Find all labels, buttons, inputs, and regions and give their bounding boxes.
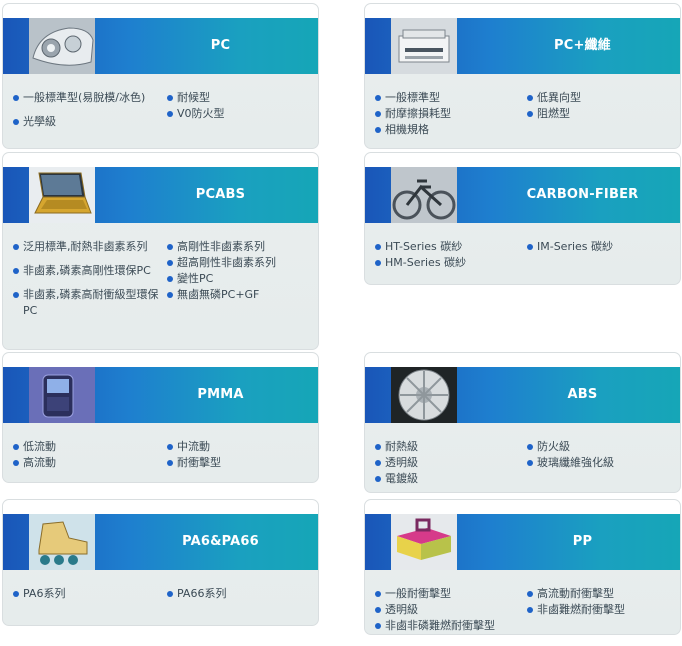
list-item[interactable]: V0防火型 [167,106,307,122]
product-card-pcabs: PCABS 泛用標準,耐熱非鹵素系列 非鹵素,磷素高剛性環保PC 非鹵素,磷素高… [2,152,319,350]
card-title[interactable]: PP [495,514,670,570]
card-title[interactable]: CARBON-FIBER [495,167,670,223]
card-banner[interactable]: PMMA [3,367,318,423]
product-card-pmma: PMMA 低流動 高流動 中流動 耐衝擊型 [2,352,319,483]
product-card-abs: ABS 耐熱級 透明級 電鍍級 防火級 玻璃纖維強化級 [364,352,681,493]
card-banner[interactable]: ABS [365,367,680,423]
list-item[interactable]: 耐候型 [167,90,307,106]
list-item[interactable]: 非鹵難燃耐衝擊型 [527,602,672,618]
list-item[interactable]: 耐熱級 [375,439,525,455]
product-card-carbon-fiber: CARBON-FIBER HT-Series 碳紗 HM-Series 碳紗 I… [364,152,681,285]
card-title[interactable]: PC [133,18,308,74]
list-item[interactable]: 透明級 [375,602,525,618]
list-item[interactable]: 耐摩擦損耗型 [375,106,525,122]
product-card-pc-fiber: PC+纖維 一般標準型 耐摩擦損耗型 相機規格 低異向型 阻燃型 [364,3,681,149]
card-banner[interactable]: PC [3,18,318,74]
card-title[interactable]: PC+纖維 [495,18,670,74]
list-item[interactable]: 低流動 [13,439,163,455]
list-item[interactable]: HT-Series 碳紗 [375,239,525,255]
card-banner[interactable]: CARBON-FIBER [365,167,680,223]
list-item[interactable]: 防火級 [527,439,672,455]
card-banner[interactable]: PC+纖維 [365,18,680,74]
wheel-cover-image[interactable] [391,367,457,423]
printer-image[interactable] [391,18,457,74]
list-item[interactable]: 非鹵素,磷素高剛性環保PC [13,263,163,279]
list-item[interactable]: 一般耐衝擊型 [375,586,525,602]
card-title[interactable]: PMMA [133,367,308,423]
list-item[interactable]: 無鹵無磷PC+GF [167,287,312,303]
card-banner[interactable]: PP [365,514,680,570]
list-item[interactable]: 相機規格 [375,122,525,138]
headlight-image[interactable] [29,18,95,74]
list-item[interactable]: 非鹵素,磷素高耐衝級型環保PC [13,287,163,319]
phone-image[interactable] [29,367,95,423]
skate-image[interactable] [29,514,95,570]
list-item[interactable]: HM-Series 碳紗 [375,255,525,271]
list-item[interactable]: 高流動耐衝擊型 [527,586,672,602]
card-title[interactable]: PCABS [133,167,308,223]
list-item[interactable]: 中流動 [167,439,307,455]
list-item[interactable]: 電鍍級 [375,471,525,487]
list-item[interactable]: 透明級 [375,455,525,471]
list-item[interactable]: PA6系列 [13,586,163,602]
laptop-image[interactable] [29,167,95,223]
card-title[interactable]: PA6&PA66 [133,514,308,570]
list-item[interactable]: 耐衝擊型 [167,455,307,471]
toolbox-image[interactable] [391,514,457,570]
list-item[interactable]: 光學級 [13,114,163,130]
card-title[interactable]: ABS [495,367,670,423]
product-card-pc: PC 一般標準型(易脫模/冰色) 光學級 耐候型 V0防火型 [2,3,319,149]
list-item[interactable]: 高剛性非鹵素系列 [167,239,312,255]
product-card-pp: PP 一般耐衝擊型 透明級 非鹵非磷難燃耐衝擊型 高流動耐衝擊型 非鹵難燃耐衝擊… [364,499,681,635]
list-item[interactable]: 變性PC [167,271,312,287]
card-banner[interactable]: PCABS [3,167,318,223]
list-item[interactable]: IM-Series 碳紗 [527,239,672,255]
list-item[interactable]: 低異向型 [527,90,667,106]
list-item[interactable]: 超高剛性非鹵素系列 [167,255,312,271]
list-item[interactable]: 玻璃纖維強化級 [527,455,672,471]
list-item[interactable]: 非鹵非磷難燃耐衝擊型 [375,618,525,634]
list-item[interactable]: 泛用標準,耐熱非鹵素系列 [13,239,163,255]
list-item[interactable]: 阻燃型 [527,106,667,122]
card-banner[interactable]: PA6&PA66 [3,514,318,570]
list-item[interactable]: 高流動 [13,455,163,471]
list-item[interactable]: 一般標準型 [375,90,525,106]
list-item[interactable]: PA66系列 [167,586,307,602]
list-item[interactable]: 一般標準型(易脫模/冰色) [13,90,163,106]
product-card-pa6-pa66: PA6&PA66 PA6系列 PA66系列 [2,499,319,626]
bicycle-image[interactable] [391,167,457,223]
